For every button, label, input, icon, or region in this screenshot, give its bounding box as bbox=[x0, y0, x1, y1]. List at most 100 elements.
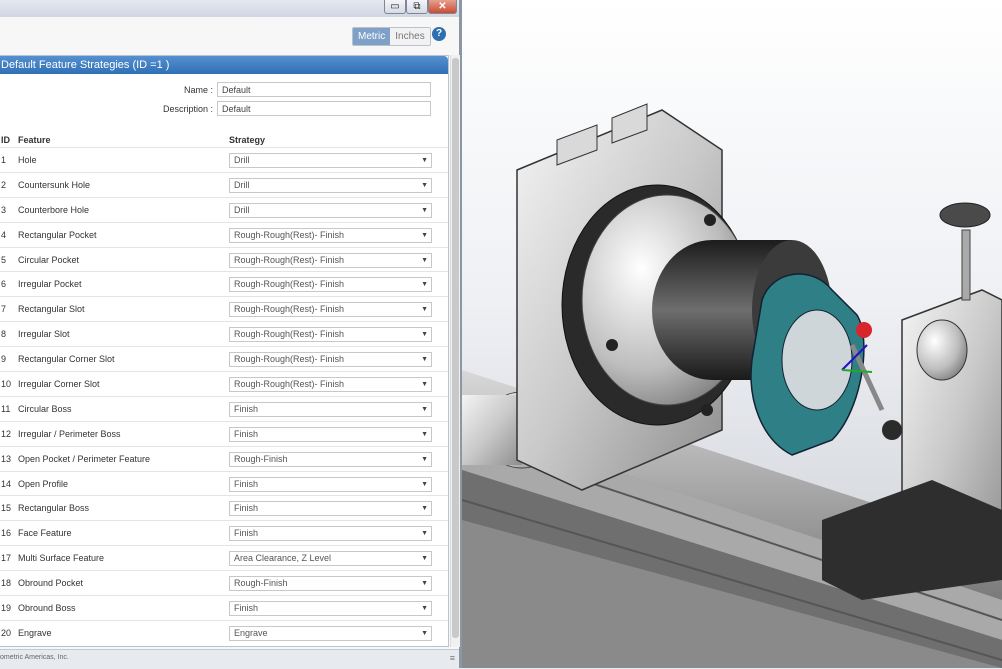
table-row: 5 Circular Pocket Rough-Rough(Rest)- Finis… bbox=[0, 246, 448, 272]
strategy-value: Finish bbox=[234, 478, 259, 489]
description-row: Description : Default bbox=[0, 101, 448, 118]
toolbar: Metric Inches ? bbox=[0, 17, 459, 50]
strategy-value: Finish bbox=[234, 528, 259, 539]
row-feature: Face Feature bbox=[18, 528, 72, 539]
description-input[interactable]: Default bbox=[217, 101, 431, 116]
window-titlebar[interactable]: ▭ ⧉ ✕ bbox=[0, 0, 459, 17]
strategy-select[interactable]: Finish ▼ bbox=[229, 426, 432, 442]
strategy-select[interactable]: Rough-Finish ▼ bbox=[229, 451, 432, 467]
strategy-value: Finish bbox=[234, 603, 259, 614]
row-feature: Obround Pocket bbox=[18, 578, 84, 589]
chevron-down-icon: ▼ bbox=[421, 281, 428, 289]
strategy-select[interactable]: Rough-Rough(Rest)- Finish ▼ bbox=[229, 377, 432, 393]
resize-grip-icon[interactable]: ≡ bbox=[450, 653, 455, 663]
scroll-thumb[interactable] bbox=[452, 58, 459, 638]
strategy-value: Rough-Rough(Rest)- Finish bbox=[234, 329, 345, 340]
strategy-select[interactable]: Finish ▼ bbox=[229, 526, 432, 542]
name-input[interactable]: Default bbox=[217, 82, 431, 97]
machine-model-render bbox=[462, 103, 1002, 668]
strategy-value: Drill bbox=[234, 204, 250, 215]
strategy-value: Drill bbox=[234, 155, 250, 165]
strategy-value: Finish bbox=[234, 428, 259, 439]
strategy-value: Drill bbox=[234, 179, 250, 190]
chevron-down-icon: ▼ bbox=[421, 629, 428, 637]
strategy-select[interactable]: Rough-Rough(Rest)- Finish ▼ bbox=[229, 302, 432, 318]
chevron-down-icon: ▼ bbox=[421, 206, 428, 214]
status-bar: ometric Americas, Inc. ≡ bbox=[0, 649, 459, 669]
chevron-down-icon: ▼ bbox=[421, 480, 428, 488]
row-id: 17 bbox=[1, 553, 12, 564]
column-header-strategy: Strategy bbox=[229, 135, 266, 145]
row-id: 15 bbox=[1, 503, 12, 514]
table-row: 15 Rectangular Boss Finish ▼ bbox=[0, 495, 448, 520]
row-id: 9 bbox=[1, 354, 7, 365]
help-icon[interactable]: ? bbox=[432, 27, 446, 41]
row-feature: Rectangular Corner Slot bbox=[18, 354, 115, 365]
row-feature: Irregular Corner Slot bbox=[18, 379, 100, 390]
unit-inches-button[interactable]: Inches bbox=[390, 28, 430, 45]
strategy-select[interactable]: Finish ▼ bbox=[229, 501, 432, 517]
row-id: 11 bbox=[1, 403, 11, 414]
description-label: Description : bbox=[162, 104, 213, 114]
row-feature: Irregular Slot bbox=[18, 329, 70, 340]
table-row: 10 Irregular Corner Slot Rough-Rough(Rest)… bbox=[0, 371, 448, 396]
strategy-select[interactable]: Rough-Rough(Rest)- Finish ▼ bbox=[229, 327, 432, 343]
chevron-down-icon: ▼ bbox=[421, 580, 428, 588]
row-id: 3 bbox=[1, 204, 7, 215]
close-button[interactable]: ✕ bbox=[428, 0, 457, 14]
row-id: 5 bbox=[1, 254, 7, 265]
chevron-down-icon: ▼ bbox=[421, 555, 428, 563]
table-row: 12 Irregular / Perimeter Boss Finish ▼ bbox=[0, 420, 448, 446]
table-row: 18 Obround Pocket Rough-Finish ▼ bbox=[0, 570, 448, 595]
table-row: 2 Countersunk Hole Drill ▼ bbox=[0, 171, 448, 197]
column-header-feature: Feature bbox=[18, 135, 51, 145]
chevron-down-icon: ▼ bbox=[421, 306, 428, 314]
chevron-down-icon: ▼ bbox=[421, 405, 428, 413]
unit-metric-button[interactable]: Metric bbox=[353, 28, 391, 45]
vertical-scrollbar[interactable] bbox=[450, 55, 460, 647]
strategy-value: Rough-Rough(Rest)- Finish bbox=[234, 304, 345, 315]
strategy-select[interactable]: Drill ▼ bbox=[229, 153, 432, 168]
strategy-select[interactable]: Drill ▼ bbox=[229, 177, 432, 193]
strategy-value: Rough-Finish bbox=[234, 453, 288, 464]
row-id: 12 bbox=[1, 428, 12, 439]
strategy-select[interactable]: Area Clearance, Z Level ▼ bbox=[229, 551, 432, 567]
strategy-select[interactable]: Finish ▼ bbox=[229, 401, 432, 417]
chevron-down-icon: ▼ bbox=[421, 381, 428, 389]
chevron-down-icon: ▼ bbox=[421, 331, 428, 339]
strategy-select[interactable]: Rough-Rough(Rest)- Finish ▼ bbox=[229, 352, 432, 368]
strategy-value: Finish bbox=[234, 403, 259, 414]
strategy-value: Rough-Rough(Rest)- Finish bbox=[234, 279, 345, 290]
row-feature: Obround Boss bbox=[18, 603, 76, 614]
strategy-select[interactable]: Rough-Rough(Rest)- Finish ▼ bbox=[229, 227, 432, 243]
strategy-select[interactable]: Finish ▼ bbox=[229, 601, 432, 617]
row-id: 6 bbox=[1, 279, 7, 290]
row-feature: Countersunk Hole bbox=[18, 179, 91, 190]
table-row: 1 Hole Drill ▼ bbox=[0, 147, 448, 172]
strategy-select[interactable]: Rough-Rough(Rest)- Finish ▼ bbox=[229, 252, 432, 268]
copyright-text: ometric Americas, Inc. bbox=[0, 654, 69, 661]
strategy-value: Engrave bbox=[234, 627, 268, 638]
name-label: Name : bbox=[183, 85, 213, 95]
strategy-select[interactable]: Finish ▼ bbox=[229, 476, 432, 492]
chevron-down-icon: ▼ bbox=[421, 231, 428, 239]
chevron-down-icon: ▼ bbox=[421, 430, 428, 438]
strategy-select[interactable]: Rough-Rough(Rest)- Finish ▼ bbox=[229, 277, 432, 293]
row-feature: Irregular Pocket bbox=[18, 279, 82, 290]
strategy-select[interactable]: Drill ▼ bbox=[229, 202, 432, 218]
column-header-id: ID bbox=[1, 135, 10, 145]
row-id: 16 bbox=[1, 528, 12, 539]
strategy-select[interactable]: Engrave ▼ bbox=[229, 625, 432, 641]
maximize-button[interactable]: ⧉ bbox=[406, 0, 428, 14]
cad-viewport[interactable] bbox=[462, 0, 1002, 668]
row-feature: Rectangular Pocket bbox=[18, 229, 97, 240]
strategies-panel: Default Feature Strategies (ID =1 ) Name… bbox=[0, 55, 449, 647]
strategy-select[interactable]: Rough-Finish ▼ bbox=[229, 576, 432, 592]
chevron-down-icon: ▼ bbox=[421, 256, 428, 264]
panel-title: Default Feature Strategies (ID =1 ) bbox=[0, 56, 448, 74]
chevron-down-icon: ▼ bbox=[421, 157, 428, 164]
row-feature: Hole bbox=[18, 155, 37, 165]
table-row: 20 Engrave Engrave ▼ bbox=[0, 619, 448, 645]
minimize-button[interactable]: ▭ bbox=[384, 0, 406, 14]
row-id: 14 bbox=[1, 478, 12, 489]
